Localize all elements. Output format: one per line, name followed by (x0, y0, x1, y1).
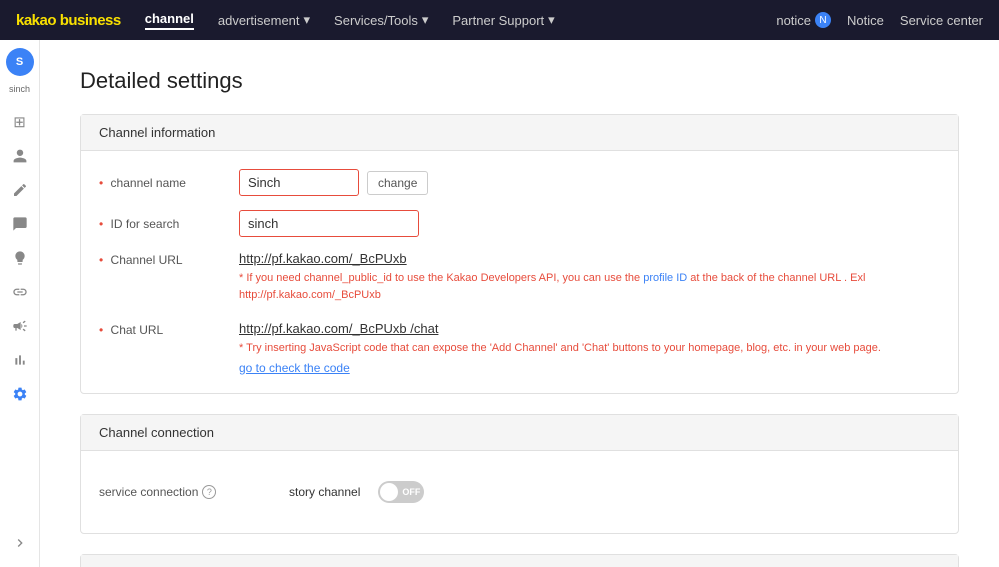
chevron-down-icon: ▾ (548, 12, 555, 28)
channel-connection-section: Channel connection service connection ? … (80, 414, 959, 534)
chat-url-value[interactable]: http://pf.kakao.com/_BcPUxb /chat (239, 321, 881, 336)
channel-info-section: Channel information • channel name chang… (80, 114, 959, 394)
sidebar-item-person[interactable] (4, 140, 36, 172)
service-center-link[interactable]: Service center (900, 13, 983, 28)
channel-name-input[interactable] (239, 169, 359, 196)
top-nav: kakao business channel advertisement ▾ S… (0, 0, 999, 40)
sidebar-item-chat[interactable] (4, 208, 36, 240)
nav-right: notice N Notice Service center (776, 12, 983, 28)
channel-name-input-group: change (239, 169, 428, 196)
chat-url-label: • Chat URL (99, 321, 239, 337)
id-search-row: • ID for search (99, 210, 940, 237)
channel-name-label: • channel name (99, 176, 239, 190)
sidebar-item-chart[interactable] (4, 344, 36, 376)
toggle-off-label: OFF (402, 487, 420, 497)
channel-info-body: • channel name change • ID for search (81, 151, 958, 393)
sidebar-username: sinch (9, 84, 30, 94)
channel-connection-header: Channel connection (81, 415, 958, 451)
notice-button[interactable]: notice N (776, 12, 831, 28)
chat-url-note: * Try inserting JavaScript code that can… (239, 340, 881, 357)
nav-advertisement[interactable]: advertisement ▾ (218, 12, 310, 28)
change-button[interactable]: change (367, 171, 428, 195)
channel-url-content: • Channel URL http://pf.kakao.com/_BcPUx… (99, 251, 940, 303)
chat-url-content: • Chat URL http://pf.kakao.com/_BcPUxb /… (99, 321, 940, 375)
profile-id-link[interactable]: profile ID (643, 272, 687, 284)
chevron-down-icon: ▾ (422, 12, 429, 28)
channel-connection-body: service connection ? story channel OFF (81, 451, 958, 533)
sidebar-item-settings[interactable] (4, 378, 36, 410)
service-connection-row: service connection ? story channel OFF (99, 469, 940, 515)
brand-logo: kakao business (16, 12, 121, 29)
sidebar: S sinch ⊞ (0, 40, 40, 567)
check-code-link[interactable]: go to check the code (239, 361, 881, 375)
main-content: Detailed settings Channel information • … (40, 40, 999, 567)
sidebar-item-link[interactable] (4, 276, 36, 308)
notice-label: notice (776, 13, 811, 28)
id-search-input-group (239, 210, 419, 237)
story-channel-toggle[interactable]: OFF (378, 481, 424, 503)
channel-name-row: • channel name change (99, 169, 940, 196)
channel-url-label: • Channel URL (99, 251, 239, 267)
notice-badge: N (815, 12, 831, 28)
nav-services-tools[interactable]: Services/Tools ▾ (334, 12, 428, 28)
avatar: S (6, 48, 34, 76)
id-search-label: • ID for search (99, 217, 239, 231)
channel-url-value[interactable]: http://pf.kakao.com/_BcPUxb (239, 251, 940, 266)
chat-url-row: • Chat URL http://pf.kakao.com/_BcPUxb /… (99, 321, 940, 375)
channel-url-row: • Channel URL http://pf.kakao.com/_BcPUx… (99, 251, 940, 303)
request-affiliation-section: request for affiliation request for affi… (80, 554, 959, 567)
chevron-down-icon: ▾ (304, 12, 311, 28)
page-title: Detailed settings (80, 68, 959, 94)
sidebar-item-grid[interactable]: ⊞ (4, 106, 36, 138)
sidebar-item-edit[interactable] (4, 174, 36, 206)
story-channel-label: story channel (289, 485, 360, 499)
sidebar-item-bulb[interactable] (4, 242, 36, 274)
channel-url-note: * If you need channel_public_id to use t… (239, 270, 940, 303)
sidebar-bottom (4, 527, 36, 559)
service-connection-label: service connection ? (99, 485, 279, 499)
request-affiliation-header: request for affiliation (81, 555, 958, 567)
app-layout: S sinch ⊞ (0, 40, 999, 567)
nav-left: kakao business channel advertisement ▾ S… (16, 11, 555, 30)
notice-link[interactable]: Notice (847, 13, 884, 28)
nav-channel[interactable]: channel (145, 11, 194, 30)
sidebar-item-megaphone[interactable] (4, 310, 36, 342)
channel-info-header: Channel information (81, 115, 958, 151)
arrow-right-icon[interactable] (4, 527, 36, 559)
id-search-input[interactable] (239, 210, 419, 237)
nav-partner-support[interactable]: Partner Support ▾ (452, 12, 554, 28)
help-icon[interactable]: ? (202, 485, 216, 499)
